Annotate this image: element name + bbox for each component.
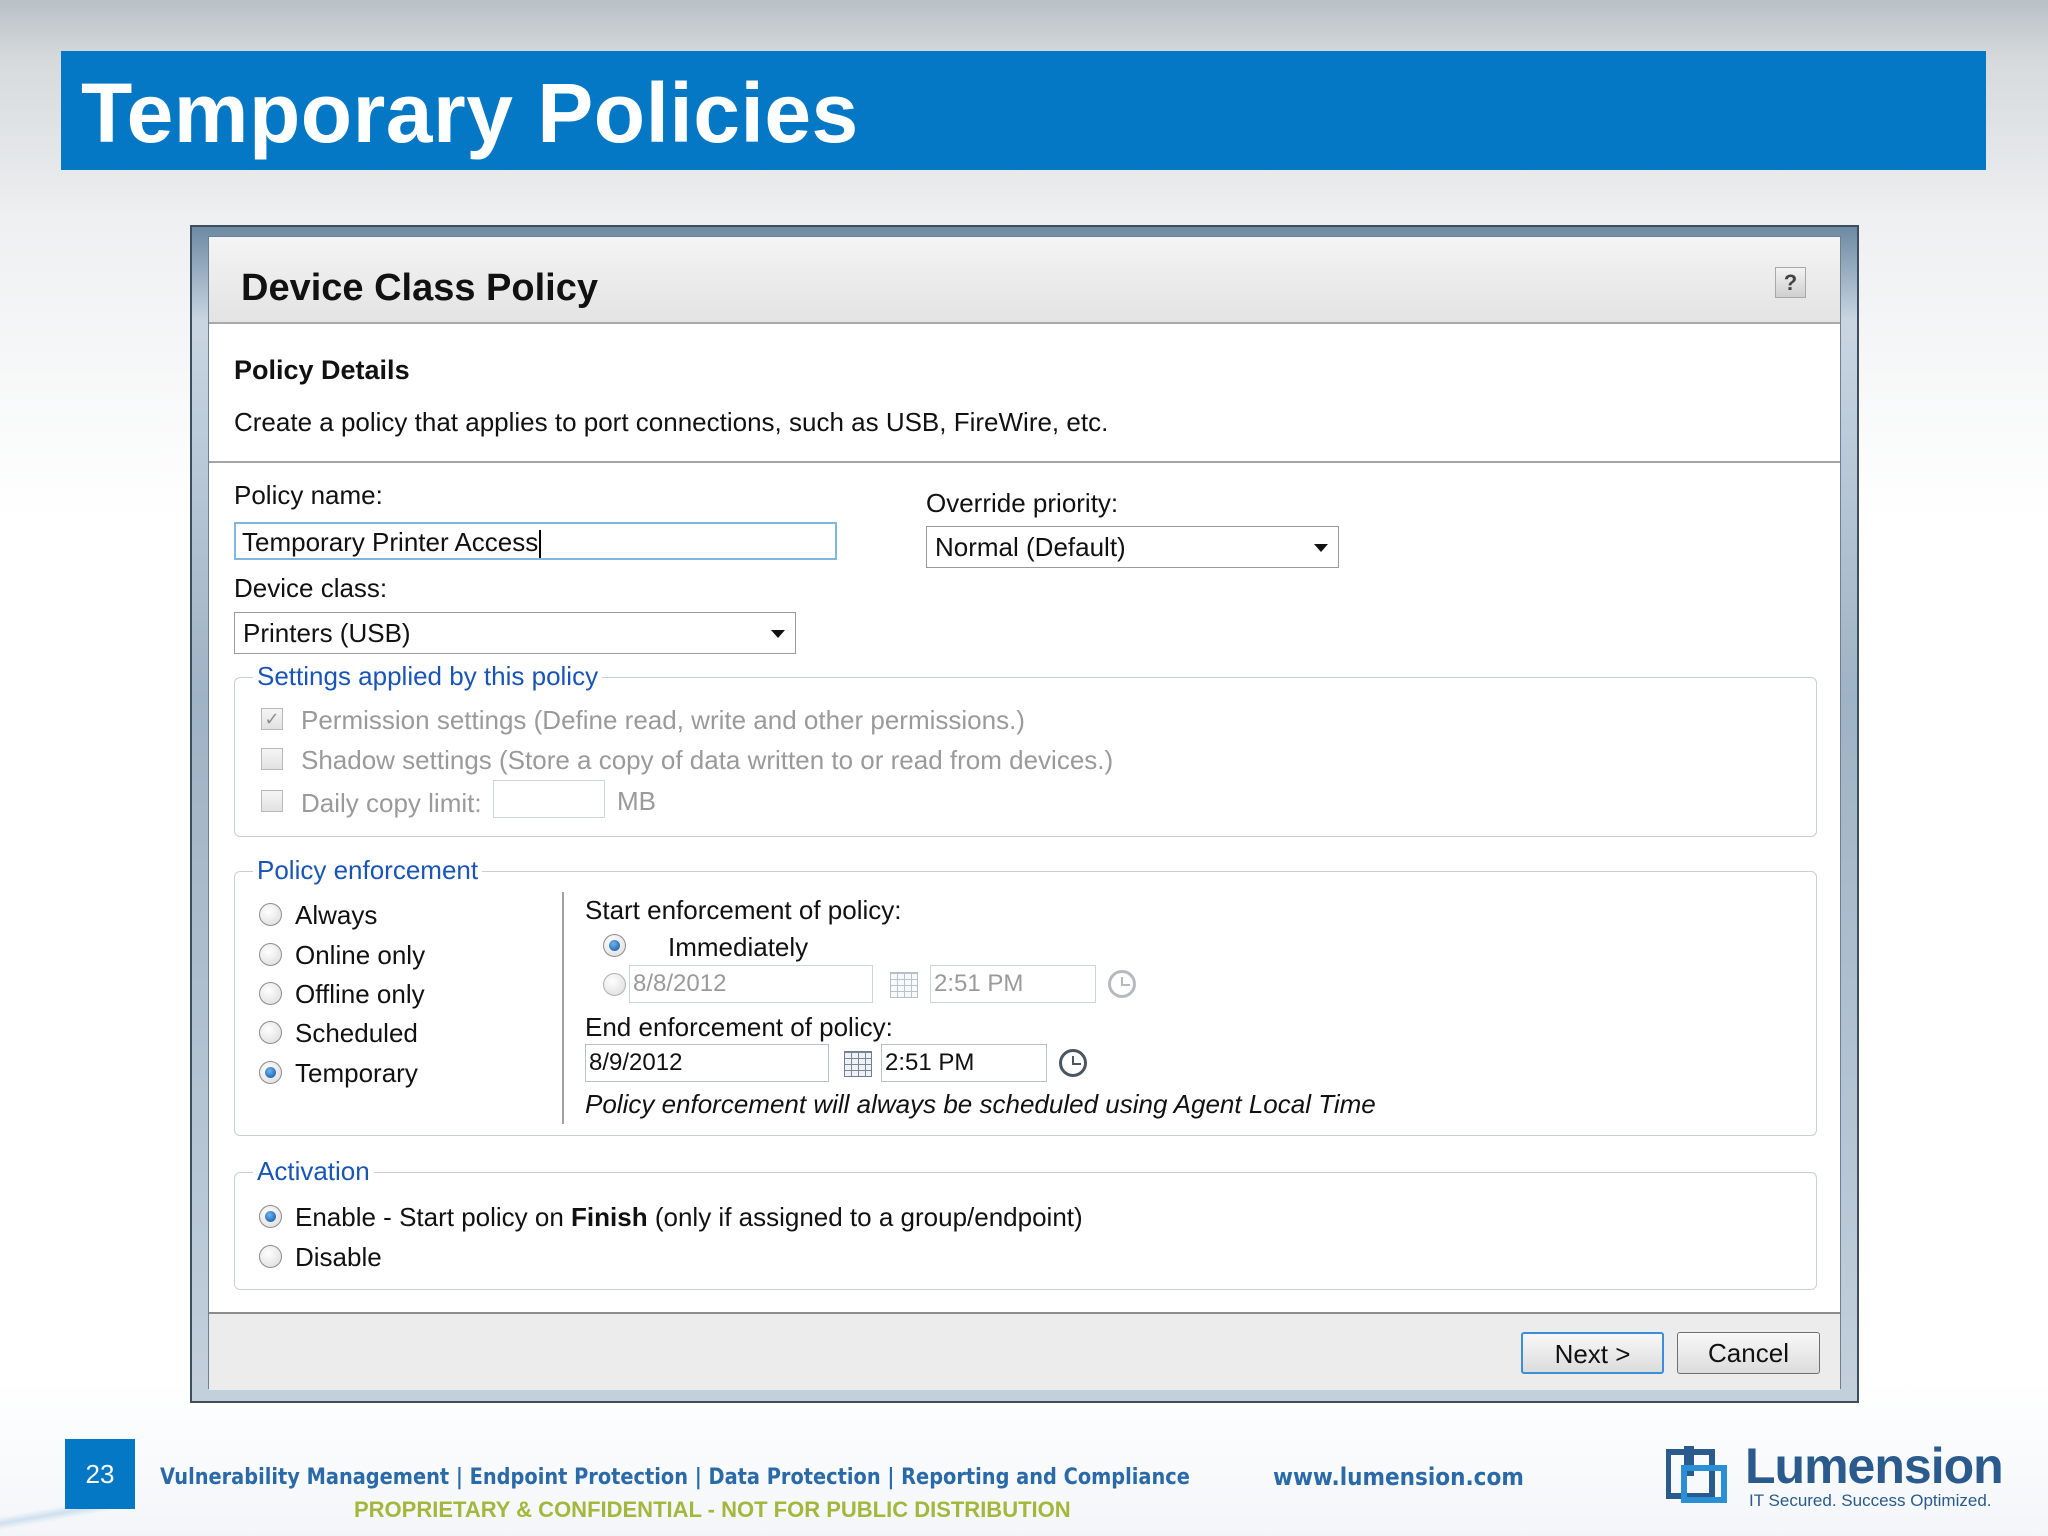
end-time-input[interactable]: 2:51 PM	[881, 1044, 1047, 1082]
dialog-title: Device Class Policy	[241, 267, 598, 309]
activation-legend: Activation	[253, 1156, 374, 1187]
logo-name: Lumension	[1745, 1438, 2004, 1494]
enforcement-scheduled-radio[interactable]	[259, 1021, 282, 1044]
enforcement-always-radio[interactable]	[259, 903, 282, 926]
policy-enforcement-legend: Policy enforcement	[253, 855, 483, 886]
shadow-settings-label: Shadow settings (Store a copy of data wr…	[301, 745, 1114, 775]
chevron-down-icon	[771, 630, 785, 638]
start-time-input[interactable]: 2:51 PM	[930, 965, 1096, 1003]
activation-disable-radio[interactable]	[259, 1245, 282, 1268]
enforcement-note: Policy enforcement will always be schedu…	[585, 1089, 1376, 1119]
policy-details-heading: Policy Details	[234, 355, 410, 385]
enforcement-online-label: Online only	[295, 940, 426, 970]
dialog-footer: Next > Cancel	[209, 1314, 1840, 1390]
override-priority-label: Override priority:	[926, 488, 1119, 518]
daily-copy-limit-label: Daily copy limit:	[301, 788, 482, 818]
start-immediately-radio[interactable]	[603, 934, 626, 957]
activation-enable-radio[interactable]	[259, 1205, 282, 1228]
enforcement-offline-radio[interactable]	[259, 982, 282, 1005]
page-number: 23	[65, 1439, 135, 1509]
calendar-icon[interactable]	[844, 1051, 872, 1077]
activation-disable-label: Disable	[295, 1242, 382, 1272]
enforcement-always-label: Always	[295, 900, 378, 930]
enforcement-online-radio[interactable]	[259, 943, 282, 966]
start-date-input[interactable]: 8/8/2012	[629, 965, 873, 1003]
enforcement-divider	[562, 892, 564, 1124]
lumension-logo-icon	[1666, 1446, 1727, 1503]
activation-enable-label: Enable - Start policy on Finish (only if…	[295, 1202, 1083, 1232]
footer-confidential: PROPRIETARY & CONFIDENTIAL - NOT FOR PUB…	[354, 1497, 1071, 1522]
device-class-select[interactable]: Printers (USB)	[234, 612, 796, 654]
settings-legend: Settings applied by this policy	[253, 661, 603, 692]
device-class-label: Device class:	[234, 573, 388, 603]
policy-name-input[interactable]: Temporary Printer Access	[234, 522, 837, 560]
override-priority-select[interactable]: Normal (Default)	[926, 526, 1339, 568]
permission-settings-checkbox[interactable]: ✓	[261, 708, 283, 730]
end-enforcement-label: End enforcement of policy:	[585, 1012, 893, 1042]
next-button[interactable]: Next >	[1521, 1332, 1664, 1374]
policy-details-description: Create a policy that applies to port con…	[234, 407, 1109, 437]
end-date-input[interactable]: 8/9/2012	[585, 1044, 829, 1082]
slide-title-bar: Temporary Policies	[61, 51, 1986, 170]
permission-settings-label: Permission settings (Define read, write …	[301, 705, 1025, 735]
dialog-window: Device Class Policy ? Policy Details Cre…	[190, 225, 1859, 1403]
enforcement-temporary-radio[interactable]	[259, 1061, 282, 1084]
daily-copy-limit-checkbox[interactable]	[261, 790, 283, 812]
calendar-icon[interactable]	[890, 972, 918, 998]
enforcement-offline-label: Offline only	[295, 979, 425, 1009]
start-immediately-label: Immediately	[668, 932, 809, 962]
clock-icon[interactable]	[1059, 1049, 1087, 1077]
activation-group: Activation Enable - Start policy on Fini…	[234, 1156, 1817, 1290]
device-class-policy-dialog: Device Class Policy ? Policy Details Cre…	[208, 236, 1841, 1390]
footer-tagline: Vulnerability Management | Endpoint Prot…	[160, 1465, 1190, 1490]
slide-title: Temporary Policies	[81, 66, 859, 160]
policy-name-label: Policy name:	[234, 480, 383, 510]
chevron-down-icon	[1314, 544, 1328, 552]
help-button[interactable]: ?	[1775, 267, 1806, 298]
start-enforcement-label: Start enforcement of policy:	[585, 895, 902, 925]
cancel-button[interactable]: Cancel	[1677, 1332, 1820, 1374]
enforcement-scheduled-label: Scheduled	[295, 1018, 418, 1048]
start-at-date-radio[interactable]	[603, 973, 626, 996]
policy-enforcement-group: Policy enforcement Always Online only Of…	[234, 855, 1817, 1136]
logo-tagline: IT Secured. Success Optimized.	[1749, 1491, 1992, 1510]
enforcement-temporary-label: Temporary	[295, 1058, 418, 1088]
settings-group: Settings applied by this policy ✓ Permis…	[234, 661, 1817, 837]
daily-copy-limit-input[interactable]	[493, 780, 605, 818]
clock-icon[interactable]	[1108, 970, 1136, 998]
daily-copy-limit-unit: MB	[617, 786, 656, 816]
dialog-header: Device Class Policy ?	[209, 237, 1840, 324]
shadow-settings-checkbox[interactable]	[261, 748, 283, 770]
footer-url: www.lumension.com	[1273, 1463, 1524, 1491]
divider	[209, 461, 1840, 463]
